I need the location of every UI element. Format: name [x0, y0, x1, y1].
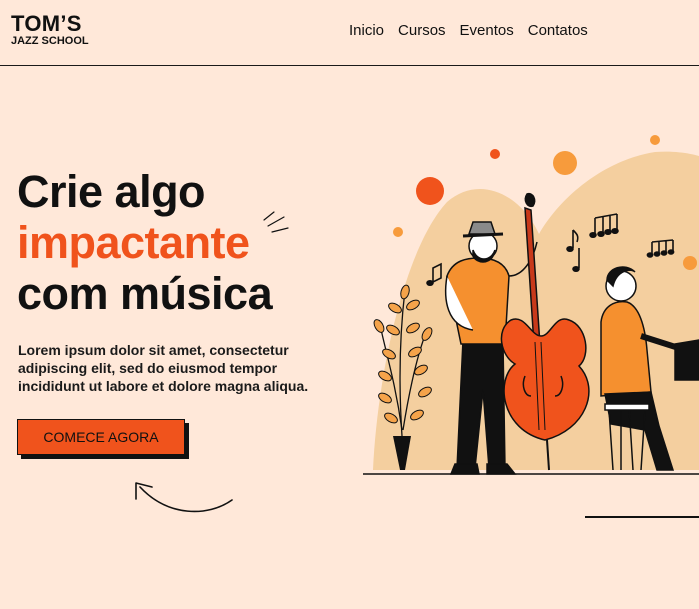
main-nav: Inicio Cursos Eventos Contatos [349, 22, 588, 39]
logo[interactable]: TOM’S JAZZ SCHOOL [11, 13, 89, 47]
start-now-button[interactable]: COMECE AGORA [17, 419, 185, 455]
decorative-line [585, 516, 699, 518]
jazz-musicians-illustration [363, 135, 699, 475]
sparkle-lines-icon [263, 211, 289, 233]
site-header: TOM’S JAZZ SCHOOL Inicio Cursos Eventos … [0, 0, 699, 66]
nav-link-eventos[interactable]: Eventos [460, 22, 514, 39]
nav-link-contatos[interactable]: Contatos [528, 22, 588, 39]
hero-description: Lorem ipsum dolor sit amet, consectetur … [18, 342, 309, 394]
curved-arrow-icon [135, 482, 233, 513]
logo-subtitle: JAZZ SCHOOL [11, 35, 89, 47]
nav-link-inicio[interactable]: Inicio [349, 22, 384, 39]
logo-title: TOM’S [11, 11, 82, 36]
hero-title-highlight: impactante [17, 217, 250, 268]
hero-title-line-1: Crie algo [17, 166, 206, 217]
hero-title-line-3: com música [17, 268, 273, 319]
hero-title: Crie algo impactante com música [17, 166, 273, 319]
nav-link-cursos[interactable]: Cursos [398, 22, 446, 39]
